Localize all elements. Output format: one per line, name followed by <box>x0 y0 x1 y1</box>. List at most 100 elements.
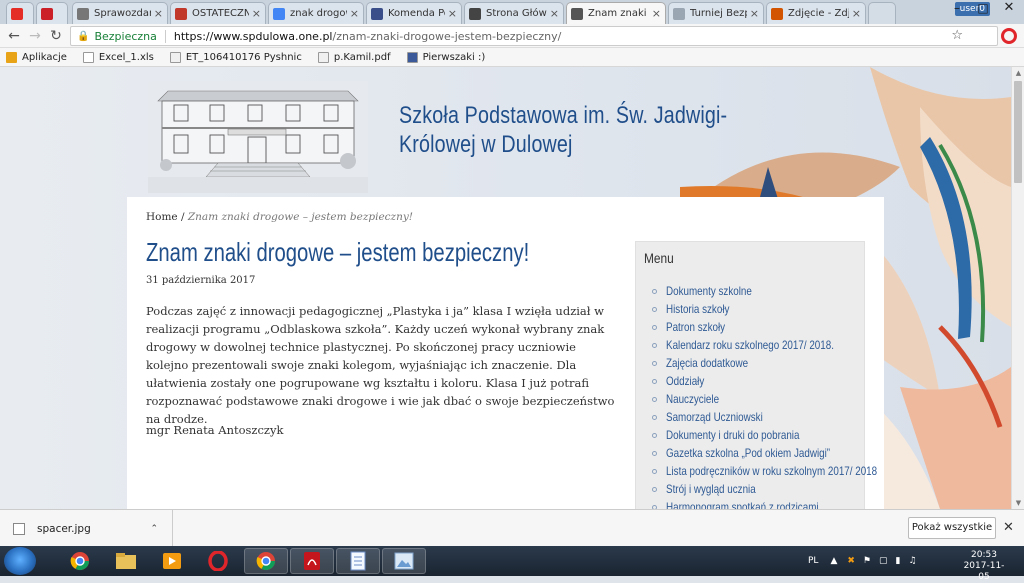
back-icon[interactable]: ← <box>5 27 23 45</box>
download-bar: spacer.jpg ⌃ Pokaż wszystkie ✕ <box>0 509 1024 547</box>
minimize-icon[interactable]: – <box>944 0 970 18</box>
sidebar-title: Menu <box>644 250 674 266</box>
system-tray: PL ▲ ✖ ⚑ ▢ ▮ ♫ <box>808 546 917 576</box>
menu-item[interactable]: Gazetka szkolna „Pod okiem Jadwigi” <box>652 444 872 462</box>
menu-item-label: Harmonogram spotkań z rodzicami <box>666 500 819 509</box>
opera-taskbar-icon[interactable] <box>196 548 240 574</box>
file-explorer-taskbar-icon[interactable] <box>104 548 148 574</box>
menu-item-label: Dokumenty szkolne <box>666 284 752 298</box>
address-bar[interactable]: 🔒 Bezpieczna https://www.spdulowa.one.pl… <box>70 26 998 46</box>
windows-start-button[interactable] <box>4 547 36 575</box>
close-window-icon[interactable]: ✕ <box>996 0 1022 18</box>
clock-date: 2017-11-05 <box>963 561 1005 582</box>
menu-item-label: Gazetka szkolna „Pod okiem Jadwigi” <box>666 446 831 460</box>
bookmark-star-icon[interactable]: ☆ <box>951 27 963 45</box>
menu-item[interactable]: Lista podręczników w roku szkolnym 2017/… <box>652 462 877 480</box>
notepad-taskbar-icon[interactable] <box>336 548 380 574</box>
bullet-icon <box>652 378 657 384</box>
bookmark-label: Excel_1.xls <box>98 51 154 63</box>
scroll-up-icon[interactable]: ▲ <box>1012 67 1024 79</box>
tab-close-icon[interactable]: × <box>154 7 163 20</box>
menu-item-label: Patron szkoły <box>666 320 726 334</box>
scroll-thumb[interactable] <box>1014 81 1022 183</box>
tab-6[interactable]: Strona Główn × <box>464 2 564 24</box>
show-all-downloads-button[interactable]: Pokaż wszystkie <box>908 517 996 539</box>
menu-item[interactable]: Harmonogram spotkań z rodzicami <box>652 498 872 509</box>
vertical-scrollbar[interactable]: ▲ ▼ <box>1011 67 1024 509</box>
close-download-bar-icon[interactable]: ✕ <box>1003 520 1014 535</box>
image-viewer-taskbar-icon[interactable] <box>382 548 426 574</box>
bookmark-item[interactable]: ET_106410176 Pyshnic <box>169 51 302 63</box>
bookmark-item[interactable]: Excel_1.xls <box>82 51 154 63</box>
menu-item-label: Strój i wygląd ucznia <box>666 482 756 496</box>
tab-close-icon[interactable]: × <box>652 7 661 20</box>
acrobat-taskbar-icon[interactable] <box>290 548 334 574</box>
bullet-icon <box>652 288 657 294</box>
reload-icon[interactable]: ↻ <box>47 27 65 45</box>
new-tab-button[interactable] <box>868 2 896 24</box>
network-signal-icon[interactable]: ▮ <box>896 556 901 566</box>
scroll-down-icon[interactable]: ▼ <box>1012 497 1024 509</box>
maximize-icon[interactable]: □ <box>970 0 996 18</box>
tab-9[interactable]: Zdjęcie - Zdję× <box>766 2 866 24</box>
chevron-up-icon[interactable]: ⌃ <box>150 524 158 534</box>
breadcrumb-home-link[interactable]: Home <box>146 211 178 223</box>
download-item[interactable]: spacer.jpg ⌃ <box>0 510 173 547</box>
bullet-icon <box>652 360 657 366</box>
tab-7[interactable]: Znam znaki d× <box>566 2 666 24</box>
photo-icon <box>771 7 783 20</box>
site-title[interactable]: Szkoła Podstawowa im. Św. Jadwigi-Królow… <box>399 101 743 159</box>
volume-icon[interactable]: ♫ <box>908 556 916 566</box>
tab-5[interactable]: Komenda Po × <box>366 2 462 24</box>
tab-3[interactable]: OSTATECZNE× <box>170 2 266 24</box>
tab-8[interactable]: Turniej Bezpie× <box>668 2 764 24</box>
tab-2[interactable]: Sprawozdanie× <box>72 2 168 24</box>
tray-app-icon[interactable]: ✖ <box>847 556 855 566</box>
tray-flag-icon[interactable]: ⚑ <box>863 556 871 566</box>
tab-close-icon[interactable]: × <box>350 7 359 20</box>
forward-icon[interactable]: → <box>26 27 44 45</box>
system-clock[interactable]: 20:53 2017-11-05 <box>958 550 1010 583</box>
menu-item[interactable]: Kalendarz roku szkolnego 2017/ 2018. <box>652 336 872 354</box>
tray-expand-icon[interactable]: ▲ <box>830 556 837 566</box>
tab-close-icon[interactable]: × <box>550 7 559 20</box>
language-indicator[interactable]: PL <box>808 556 818 566</box>
menu-item-label: Historia szkoły <box>666 302 730 316</box>
police-icon <box>371 7 383 20</box>
bullet-icon <box>652 432 657 438</box>
menu-item[interactable]: Samorząd Uczniowski <box>652 408 872 426</box>
tab-0[interactable] <box>6 2 34 24</box>
tab-label: OSTATECZNE <box>192 8 249 19</box>
menu-item[interactable]: Zajęcia dodatkowe <box>652 354 872 372</box>
breadcrumb-separator: / <box>177 211 188 223</box>
bookmark-label: Pierwszaki :) <box>422 51 486 63</box>
menu-item[interactable]: Strój i wygląd ucznia <box>652 480 872 498</box>
tab-4[interactable]: znak drogowy× <box>268 2 364 24</box>
menu-item-label: Nauczyciele <box>666 392 720 406</box>
tab-label: Sprawozdanie <box>94 8 151 19</box>
tab-1[interactable] <box>36 2 68 24</box>
tray-monitor-icon[interactable]: ▢ <box>879 556 888 566</box>
menu-item[interactable]: Oddziały <box>652 372 872 390</box>
chrome-taskbar-icon[interactable] <box>58 548 102 574</box>
opera-extension-icon[interactable] <box>1001 28 1017 44</box>
tab-close-icon[interactable]: × <box>448 7 457 20</box>
menu-item[interactable]: Dokumenty i druki do pobrania <box>652 426 872 444</box>
tab-close-icon[interactable]: × <box>852 7 861 20</box>
chrome-active-taskbar-icon[interactable] <box>244 548 288 574</box>
menu-item[interactable]: Dokumenty szkolne <box>652 282 872 300</box>
clock-time: 20:53 <box>971 550 997 560</box>
menu-item[interactable]: Patron szkoły <box>652 318 872 336</box>
bullet-icon <box>652 324 657 330</box>
bookmark-item[interactable]: p.Kamil.pdf <box>317 51 391 63</box>
media-player-taskbar-icon[interactable] <box>150 548 194 574</box>
tab-close-icon[interactable]: × <box>750 7 759 20</box>
menu-item[interactable]: Nauczyciele <box>652 390 872 408</box>
doc-page-icon <box>169 51 181 63</box>
document-icon <box>77 7 89 20</box>
bookmark-item[interactable]: Aplikacje <box>6 51 67 63</box>
menu-item[interactable]: Historia szkoły <box>652 300 872 318</box>
bullet-icon <box>652 414 657 420</box>
bookmark-item[interactable]: Pierwszaki :) <box>406 51 486 63</box>
tab-close-icon[interactable]: × <box>252 7 261 20</box>
